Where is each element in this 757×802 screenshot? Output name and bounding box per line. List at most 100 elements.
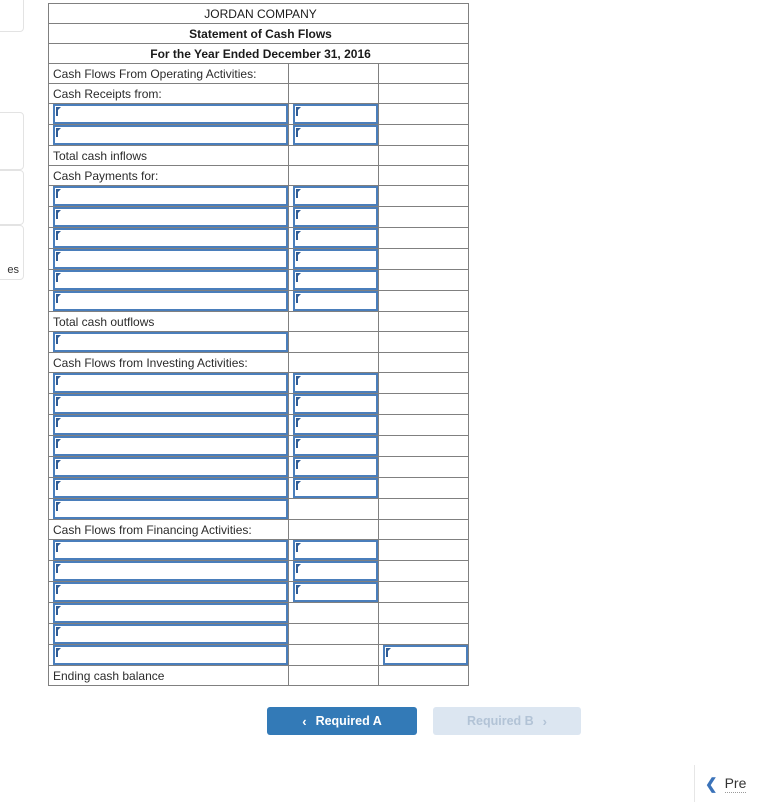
amount-input-col2[interactable]	[293, 228, 378, 248]
amount-cell-col2	[288, 435, 379, 457]
statement-name: Statement of Cash Flows	[47, 23, 470, 44]
description-input[interactable]	[53, 186, 288, 206]
description-input[interactable]	[53, 104, 288, 124]
description-input[interactable]	[53, 436, 288, 456]
statement-title-row-1: JORDAN COMPANY	[47, 3, 470, 24]
description-input[interactable]	[53, 228, 288, 248]
amount-cell-col2	[288, 477, 379, 499]
statement-row: Total cash inflows	[48, 145, 470, 166]
description-input[interactable]	[53, 270, 288, 290]
description-input[interactable]	[53, 332, 288, 352]
amount-cell-col3	[377, 623, 470, 645]
statement-row-description-cell	[48, 581, 289, 603]
statement-row-label: Total cash inflows	[48, 145, 289, 166]
amount-cell-col2	[288, 581, 379, 603]
amount-input-col2[interactable]	[293, 582, 378, 602]
amount-input-col2[interactable]	[293, 270, 378, 290]
amount-input-col2[interactable]	[293, 540, 378, 560]
amount-input-col3[interactable]	[383, 645, 469, 665]
description-input[interactable]	[53, 291, 288, 311]
statement-row	[48, 581, 470, 603]
statement-row-description-cell	[48, 206, 289, 228]
amount-cell-col3	[377, 185, 470, 207]
amount-cell-col3	[377, 248, 470, 270]
statement-row	[48, 498, 470, 520]
amount-input-col2[interactable]	[293, 104, 378, 124]
requirement-nav: ‹ Required A Required B ›	[267, 707, 581, 735]
statement-row	[48, 456, 470, 478]
amount-input-col2[interactable]	[293, 186, 378, 206]
description-input[interactable]	[53, 207, 288, 227]
amount-cell-col3	[377, 103, 470, 125]
amount-input-col2[interactable]	[293, 249, 378, 269]
amount-input-col2[interactable]	[293, 561, 378, 581]
statement-row	[48, 185, 470, 207]
amount-cell-col2	[288, 165, 379, 186]
amount-cell-col3	[377, 435, 470, 457]
amount-input-col2[interactable]	[293, 394, 378, 414]
description-input[interactable]	[53, 478, 288, 498]
amount-input-col2[interactable]	[293, 415, 378, 435]
amount-input-col2[interactable]	[293, 125, 378, 145]
amount-cell-col2	[288, 269, 379, 291]
amount-cell-col2	[288, 124, 379, 146]
description-input[interactable]	[53, 373, 288, 393]
description-input[interactable]	[53, 415, 288, 435]
statement-row-description-cell	[48, 644, 289, 666]
amount-input-col2[interactable]	[293, 478, 378, 498]
description-input[interactable]	[53, 582, 288, 602]
description-input[interactable]	[53, 499, 288, 519]
description-input[interactable]	[53, 249, 288, 269]
amount-cell-col2	[288, 103, 379, 125]
description-input[interactable]	[53, 603, 288, 623]
amount-cell-col2	[288, 519, 379, 540]
statement-row	[48, 248, 470, 270]
statement-row	[48, 477, 470, 499]
required-b-label: Required B	[466, 714, 534, 728]
amount-cell-col3	[377, 519, 470, 540]
left-partial-panel	[0, 170, 24, 225]
amount-cell-col3	[377, 165, 470, 186]
statement-row: Cash Payments for:	[48, 165, 470, 186]
statement-row-description-cell	[48, 477, 289, 499]
amount-cell-col2	[288, 456, 379, 478]
description-input[interactable]	[53, 394, 288, 414]
statement-title-row-3: For the Year Ended December 31, 2016	[47, 43, 470, 64]
statement-row: Cash Flows From Operating Activities:	[48, 63, 470, 84]
amount-input-col2[interactable]	[293, 457, 378, 477]
statement-row-description-cell	[48, 372, 289, 394]
amount-input-col2[interactable]	[293, 291, 378, 311]
description-input[interactable]	[53, 457, 288, 477]
amount-cell-col3	[377, 206, 470, 228]
amount-cell-col3	[377, 665, 470, 686]
statement-row-description-cell	[48, 248, 289, 270]
amount-input-col2[interactable]	[293, 207, 378, 227]
amount-cell-col2	[288, 206, 379, 228]
description-input[interactable]	[53, 540, 288, 560]
left-partial-panel-label: es	[7, 264, 19, 276]
statement-row	[48, 290, 470, 312]
statement-period: For the Year Ended December 31, 2016	[47, 43, 470, 64]
amount-cell-col2	[288, 311, 379, 332]
amount-input-col2[interactable]	[293, 436, 378, 456]
description-input[interactable]	[53, 561, 288, 581]
required-b-button[interactable]: Required B ›	[433, 707, 581, 735]
description-input[interactable]	[53, 624, 288, 644]
statement-row-description-cell	[48, 331, 289, 353]
amount-cell-col3	[377, 352, 470, 373]
statement-row	[48, 269, 470, 291]
statement-row	[48, 206, 470, 228]
amount-cell-col3	[377, 331, 470, 353]
description-input[interactable]	[53, 645, 288, 665]
amount-cell-col2	[288, 145, 379, 166]
statement-row-description-cell	[48, 269, 289, 291]
cash-flow-statement: JORDAN COMPANY Statement of Cash Flows F…	[47, 3, 470, 686]
amount-cell-col2	[288, 414, 379, 436]
statement-body: Cash Flows From Operating Activities: Cas…	[48, 63, 470, 686]
statement-row	[48, 539, 470, 561]
required-a-button[interactable]: ‹ Required A	[267, 707, 417, 735]
statement-row	[48, 103, 470, 125]
footer-prev-link[interactable]: ❮ Pre	[705, 775, 747, 793]
amount-input-col2[interactable]	[293, 373, 378, 393]
description-input[interactable]	[53, 125, 288, 145]
